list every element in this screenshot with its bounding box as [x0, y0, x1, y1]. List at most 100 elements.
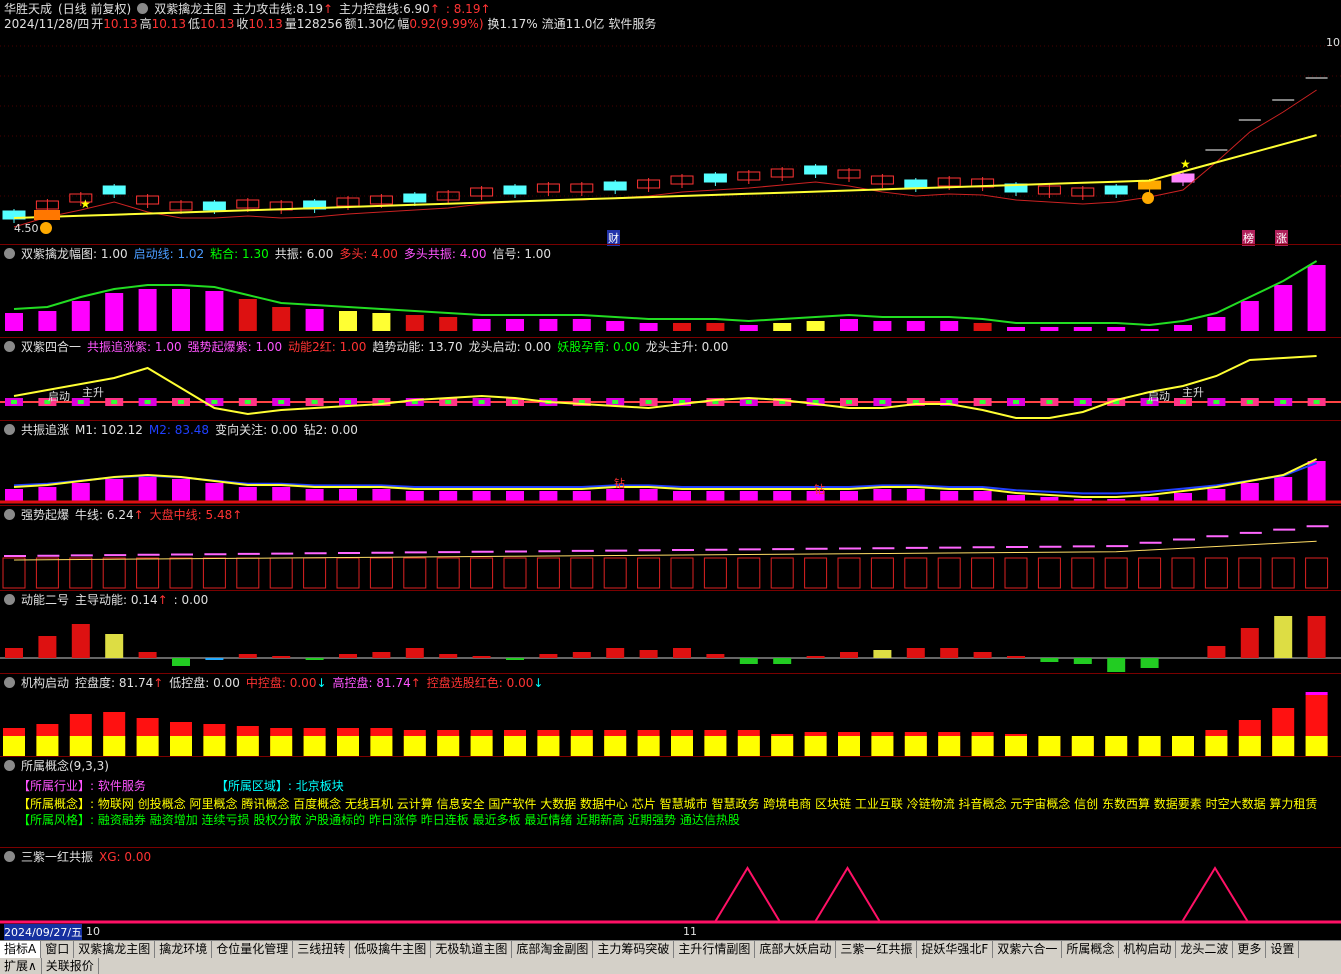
bar — [906, 648, 925, 658]
indicator-name[interactable]: 双紫擒龙主图 — [154, 2, 226, 16]
tab-7[interactable]: 无极轨道主图 — [431, 941, 513, 958]
tab-12[interactable]: 三紫一红共振 — [836, 941, 918, 958]
gear-icon[interactable] — [4, 341, 15, 352]
high-label: 高 — [139, 17, 152, 31]
panel-qiangshi[interactable]: 强势起爆 牛线: 6.24↑ 大盘中线: 5.48↑ — [0, 506, 1341, 590]
panel-jigou[interactable]: 机构启动 控盘度: 81.74↑ 低控盘: 0.00 中控盘: 0.00↓ 高控盘: 8… — [0, 674, 1341, 756]
tab-2[interactable]: 双紫擒龙主图 — [74, 941, 156, 958]
p1-start-line: 启动线: 1.02 — [133, 247, 205, 261]
p6-title[interactable]: 机构启动 — [21, 676, 69, 690]
tab-9[interactable]: 主力筹码突破 — [593, 941, 675, 958]
panel-shuangzi-fu[interactable]: 双紫擒龙幅图: 1.00 启动线: 1.02 粘合: 1.30 共振: 6.00 多头:… — [0, 245, 1341, 337]
bar-inner — [77, 400, 84, 404]
tab-15[interactable]: 所属概念 — [1062, 941, 1120, 958]
bar — [1240, 301, 1259, 331]
region-value: 北京板块 — [295, 779, 344, 793]
tab-16[interactable]: 机构启动 — [1119, 941, 1177, 958]
bar — [1104, 557, 1128, 589]
tab-14[interactable]: 双紫六合一 — [993, 941, 1063, 958]
p2-label-rise: 主升 — [1182, 386, 1204, 399]
bar-base — [470, 736, 493, 756]
bar — [1073, 327, 1092, 331]
p2-f: 妖股孕育: 0.00 — [557, 340, 640, 354]
panel-sanzi[interactable]: 三紫一红共振 XG: 0.00 2024/09/27/五 10 11 — [0, 848, 1341, 940]
gear-icon[interactable] — [4, 509, 15, 520]
gear-icon[interactable] — [137, 3, 149, 14]
bar — [339, 311, 357, 331]
p7-title[interactable]: 所属概念(9,3,3) — [21, 759, 109, 773]
arrow-up-icon: ↑ — [480, 2, 491, 16]
panel-gongzhen[interactable]: 共振追涨 M1: 102.12 M2: 83.48 变向关注: 0.00 钻2: 0.0… — [0, 421, 1341, 505]
tab-3[interactable]: 擒龙环境 — [155, 941, 213, 958]
status-tab-0[interactable]: 扩展∧ — [0, 958, 42, 974]
tab-4[interactable]: 仓位量化管理 — [212, 941, 294, 958]
low-value: 10.13 — [199, 17, 235, 31]
bar-inner — [244, 400, 251, 404]
bar-base — [3, 736, 25, 756]
bar — [5, 489, 23, 501]
panel-concept[interactable]: 所属概念(9,3,3) 【所属行业】: 软件服务 【所属区域】: 北京板块 【所属… — [0, 757, 1341, 847]
bar-base — [537, 736, 560, 756]
bar — [572, 652, 591, 658]
panel-siheyi[interactable]: 双紫四合一 共振追涨紫: 1.00 强势起爆紫: 1.00 动能2红: 1.00 趋势动… — [0, 338, 1341, 420]
bar-inner — [478, 400, 485, 404]
p2-d: 趋势动能: 13.70 — [372, 340, 463, 354]
bar-inner — [178, 400, 184, 404]
tab-0[interactable]: 指标A — [0, 941, 42, 958]
bar — [973, 491, 992, 501]
p5-title[interactable]: 动能二号 — [21, 593, 69, 607]
p4-title[interactable]: 强势起爆 — [21, 508, 69, 522]
tab-18[interactable]: 更多 — [1233, 941, 1267, 958]
bar — [906, 321, 925, 331]
bar-base — [904, 736, 927, 756]
bar-inner — [1313, 400, 1320, 404]
bar-base — [1105, 736, 1128, 756]
gear-icon[interactable] — [4, 760, 15, 771]
tab-8[interactable]: 底部淘金副图 — [512, 941, 594, 958]
tab-10[interactable]: 主升行情副图 — [674, 941, 756, 958]
gear-icon[interactable] — [4, 424, 15, 435]
p2-b: 强势起爆紫: 1.00 — [187, 340, 283, 354]
bar — [506, 319, 524, 331]
bar-inner — [11, 400, 17, 404]
bar — [706, 323, 725, 331]
bar — [169, 557, 193, 589]
tab-19[interactable]: 设置 — [1266, 941, 1300, 958]
bar-inner — [1180, 400, 1186, 404]
gear-icon[interactable] — [4, 677, 15, 688]
period-label: (日线 前复权) — [58, 2, 132, 16]
signal-peak — [1181, 866, 1249, 923]
gear-icon[interactable] — [4, 248, 15, 259]
tab-13[interactable]: 捉妖华强北F — [917, 941, 994, 958]
chart-window[interactable]: ★ ★ 华胜天成 (日线 前复权) 双紫擒龙主图 主力攻击线:8.19↑ 主力控盘线:6.… — [0, 0, 1341, 974]
bar — [1207, 489, 1226, 501]
bar — [305, 489, 324, 501]
main-chart-panel[interactable]: ★ ★ 华胜天成 (日线 前复权) 双紫擒龙主图 主力攻击线:8.19↑ 主力控盘线:6.… — [0, 0, 1341, 246]
gear-icon[interactable] — [4, 594, 15, 605]
bar — [305, 309, 324, 331]
bar-base — [1071, 736, 1094, 756]
tab-6[interactable]: 低吸擒牛主图 — [350, 941, 432, 958]
p1-title[interactable]: 双紫擒龙幅图 — [21, 247, 93, 261]
bar — [770, 557, 794, 589]
gear-icon[interactable] — [4, 851, 15, 862]
p2-title[interactable]: 双紫四合一 — [21, 340, 81, 354]
float-cap: 流通11.0亿 — [541, 17, 605, 31]
bar — [339, 489, 357, 501]
panel-dongneng[interactable]: 动能二号 主导动能: 0.14↑: 0.00 — [0, 591, 1341, 673]
tab-5[interactable]: 三线扭转 — [293, 941, 351, 958]
tab-1[interactable]: 窗口 — [41, 941, 75, 958]
bar — [1207, 646, 1226, 658]
status-tab-1[interactable]: 关联报价 — [42, 958, 99, 974]
style-value: 融资融券 融资增加 连续亏损 股权分散 沪股通标的 昨日涨停 昨日连板 最近多板… — [97, 813, 740, 827]
bar — [1307, 616, 1326, 658]
arrow-up-icon: ↑ — [429, 2, 440, 16]
tab-11[interactable]: 底部大妖启动 — [755, 941, 837, 958]
p3-title[interactable]: 共振追涨 — [21, 423, 69, 437]
p8-title[interactable]: 三紫一红共振 — [21, 850, 93, 864]
tab-17[interactable]: 龙头二波 — [1176, 941, 1234, 958]
bar — [1174, 493, 1192, 501]
cursor-date: 2024/09/27/五 — [4, 924, 83, 940]
bar — [1040, 658, 1059, 662]
buy-signal-icon — [40, 222, 52, 234]
